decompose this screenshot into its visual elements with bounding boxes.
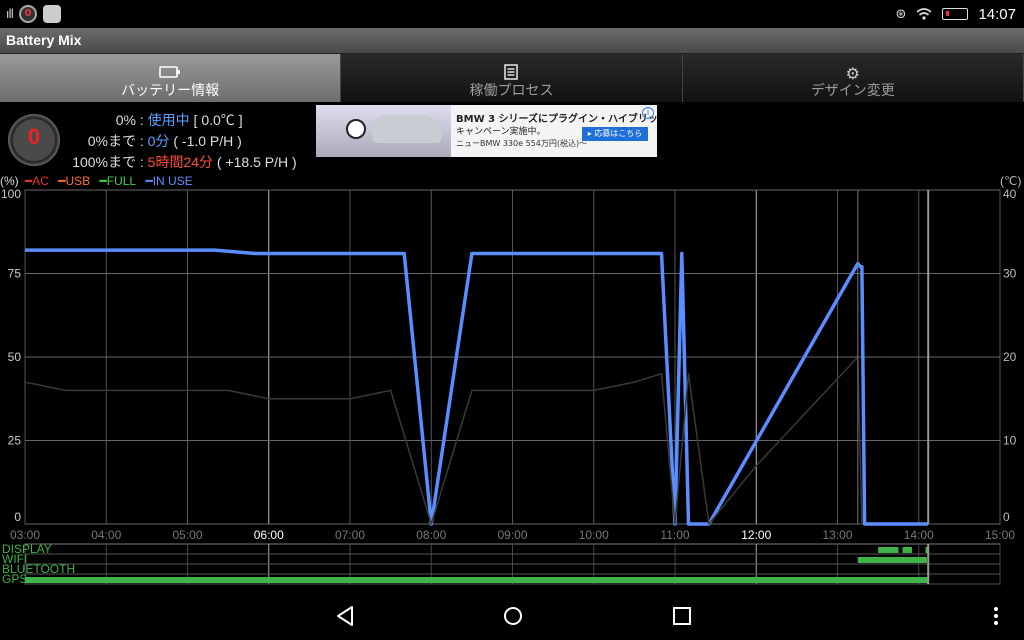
time-to-empty-value: 0分 bbox=[147, 133, 170, 149]
ad-apply-button[interactable]: ▸ 応募はこちら bbox=[582, 127, 648, 141]
x-tick-label: 03:00 bbox=[10, 528, 40, 542]
timeline-row-label: GPS bbox=[2, 572, 27, 586]
time-to-full-value: 5時間24分 bbox=[147, 154, 214, 170]
tab-label: デザイン変更 bbox=[810, 83, 895, 99]
navigation-bar bbox=[0, 590, 1024, 640]
cellular-signal-icon: ıll bbox=[6, 7, 14, 21]
row-label: 0%まで bbox=[87, 133, 136, 149]
y-left-tick-label: 75 bbox=[8, 267, 22, 281]
back-icon[interactable] bbox=[334, 604, 358, 628]
x-tick-label: 11:00 bbox=[660, 528, 689, 542]
discharge-rate: ( -1.0 P/H ) bbox=[169, 133, 242, 149]
gauge-value: 0 bbox=[27, 124, 41, 149]
x-tick-label: 04:00 bbox=[91, 528, 121, 542]
tab-bar: バッテリー情報 稼働プロセス ⚙ デザイン変更 bbox=[0, 54, 1024, 102]
x-tick-label: 07:00 bbox=[335, 528, 365, 542]
ad-subtext: キャンペーン実施中。 bbox=[456, 127, 546, 137]
y-left-tick-label: 25 bbox=[8, 434, 22, 448]
x-tick-label: 05:00 bbox=[172, 528, 202, 542]
app-title: Battery Mix bbox=[6, 32, 82, 48]
x-tick-label: 12:00 bbox=[741, 528, 771, 542]
vpn-icon: ⊛ bbox=[895, 6, 907, 22]
x-tick-label: 06:00 bbox=[254, 528, 284, 542]
row-sep: : bbox=[136, 154, 148, 170]
tab-running-processes[interactable]: 稼働プロセス bbox=[341, 54, 683, 102]
x-tick-label: 09:00 bbox=[497, 528, 527, 542]
battery-info-panel: 0 0% : 使用中 [ 0.0℃ ] 0%まで : 0分 ( -1.0 P/H… bbox=[0, 104, 320, 174]
home-icon[interactable] bbox=[501, 604, 525, 628]
ad-info-icon[interactable]: i bbox=[642, 107, 654, 119]
y-right-tick-label: 10 bbox=[1003, 434, 1017, 448]
bmw-logo-icon bbox=[346, 119, 366, 139]
x-tick-label: 15:00 bbox=[985, 528, 1015, 542]
y-left-tick-label: 50 bbox=[8, 350, 22, 364]
y-right-tick-label: 20 bbox=[1003, 350, 1017, 364]
temperature-value: [ 0.0℃ ] bbox=[189, 112, 243, 128]
tab-label: バッテリー情報 bbox=[121, 83, 220, 99]
row-label: 100%まで bbox=[72, 154, 136, 170]
status-value: 使用中 bbox=[147, 112, 190, 128]
battery-status-row: 0% : 使用中 [ 0.0℃ ] bbox=[70, 110, 243, 130]
overflow-menu-icon[interactable] bbox=[986, 604, 1006, 628]
x-tick-label: 10:00 bbox=[579, 528, 609, 542]
wifi-icon bbox=[916, 8, 932, 20]
y-right-tick-label: 0 bbox=[1003, 510, 1010, 524]
charge-rate: ( +18.5 P/H ) bbox=[213, 154, 297, 170]
battery-mix-notification-icon: 0 bbox=[19, 5, 38, 23]
ad-headline: BMW 3 シリーズにプラグイン・ハイブリッド・モデル登場 bbox=[456, 114, 657, 125]
timeline-segment bbox=[902, 547, 912, 553]
x-tick-label: 13:00 bbox=[822, 528, 852, 542]
ad-small-text: ニューBMW 330e 554万円(税込)～ bbox=[456, 139, 588, 148]
status-bar: ıll 0 ⊛ 14:07 bbox=[0, 0, 1024, 28]
clock: 14:07 bbox=[978, 5, 1016, 23]
row-sep: : bbox=[136, 112, 148, 128]
row-sep: : bbox=[136, 133, 148, 149]
y-left-tick-label: 100 bbox=[1, 187, 21, 201]
timeline-segment bbox=[857, 557, 927, 563]
tab-label: 稼働プロセス bbox=[469, 83, 554, 99]
battery-in-use-series-line bbox=[25, 248, 929, 526]
ad-banner[interactable]: BMW 3 シリーズにプラグイン・ハイブリッド・モデル登場 キャンペーン実施中。… bbox=[316, 105, 657, 157]
app-title-bar: Battery Mix bbox=[0, 28, 1024, 54]
y-left-tick-label: 0 bbox=[14, 510, 21, 524]
battery-history-chart[interactable]: 03:00 04:00 05:00 06:00 07:00 08:00 09:00 10:00… bbox=[0, 186, 1024, 590]
battery-level-gauge: 0 bbox=[8, 114, 60, 166]
timeline-segment bbox=[25, 577, 929, 583]
status-right: ⊛ 14:07 bbox=[896, 4, 1016, 24]
time-to-full-row: 100%まで : 5時間24分 ( +18.5 P/H ) bbox=[70, 152, 297, 172]
y-right-tick-label: 30 bbox=[1003, 267, 1017, 281]
battery-icon bbox=[942, 8, 969, 20]
x-tick-label: 08:00 bbox=[416, 528, 446, 542]
recent-apps-icon[interactable] bbox=[670, 604, 694, 628]
app-notification-icon bbox=[43, 5, 62, 23]
timeline-segment bbox=[878, 547, 899, 553]
status-left: ıll 0 bbox=[6, 4, 62, 24]
car-image bbox=[372, 115, 442, 143]
tab-design-change[interactable]: ⚙ デザイン変更 bbox=[682, 54, 1024, 102]
timeline-segment bbox=[925, 547, 928, 553]
row-label: 0% bbox=[115, 112, 136, 128]
y-right-tick-label: 40 bbox=[1003, 187, 1017, 201]
tab-battery-info[interactable]: バッテリー情報 bbox=[0, 54, 342, 102]
time-to-empty-row: 0%まで : 0分 ( -1.0 P/H ) bbox=[70, 131, 242, 151]
x-tick-label: 14:00 bbox=[904, 528, 934, 542]
